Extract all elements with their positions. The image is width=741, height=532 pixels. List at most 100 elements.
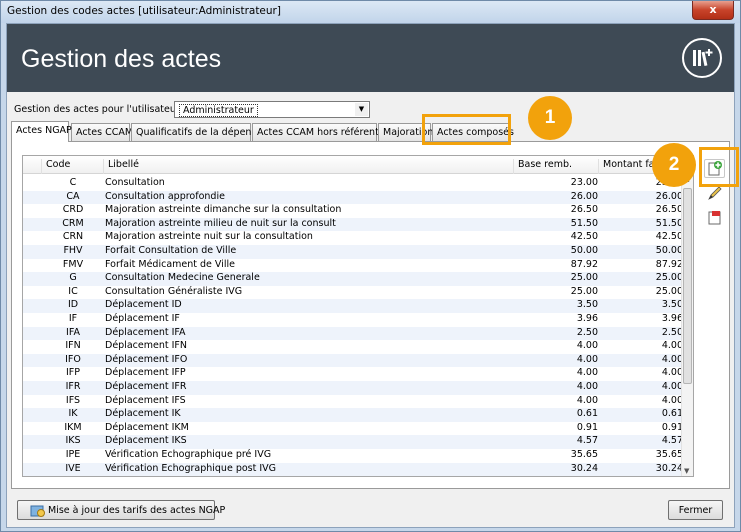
cell-code: IVE (65, 462, 81, 474)
cell-libelle: Forfait Médicament de Ville (105, 258, 235, 270)
tab-panel: Code Libellé Base remb. Montant fact C Co… (11, 141, 730, 489)
table-row[interactable]: IFP Déplacement IFP 4.00 4.00 (23, 367, 683, 381)
column-header-base-remb[interactable]: Base remb. (513, 159, 598, 174)
table-row[interactable]: IF Déplacement IF 3.96 3.96 (23, 313, 683, 327)
cell-base-remb: 2.50 (576, 326, 598, 338)
cell-base-remb: 50.00 (570, 245, 598, 256)
cell-libelle: Majoration astreinte milieu de nuit sur … (105, 217, 336, 229)
cell-libelle: Déplacement IK (105, 408, 181, 420)
cell-montant-fact: 4.57 (661, 435, 683, 447)
cell-montant-fact: 26.00 (655, 190, 683, 202)
cell-montant-fact: 3.50 (661, 299, 683, 311)
cell-montant-fact: 42.50 (655, 231, 683, 243)
table-row[interactable]: IVE Vérification Echographique post IVG 30… (23, 462, 683, 476)
delete-document-icon (708, 211, 721, 225)
cell-base-remb: 25.00 (570, 285, 598, 297)
row-selector-header (23, 159, 41, 174)
tab-actes-ccam[interactable]: Actes CCAM (71, 123, 133, 141)
table-row[interactable]: G Consultation Medecine Generale 25.00 25.0… (23, 272, 683, 286)
cell-montant-fact: 25.00 (655, 272, 683, 284)
table-row[interactable]: FMV Forfait Médicament de Ville 87.92 87.92 (23, 259, 683, 273)
cell-base-remb: 3.96 (576, 313, 598, 324)
cell-base-remb: 42.50 (570, 231, 598, 243)
cell-code: IFN (65, 340, 81, 352)
cell-montant-fact: 4.00 (661, 367, 683, 379)
cell-code: IFO (65, 353, 81, 365)
table-row[interactable]: IC Consultation Généraliste IVG 25.00 25.00 (23, 286, 683, 300)
cell-libelle: Déplacement IFR (105, 381, 187, 392)
cell-libelle: Majoration astreinte nuit sur la consult… (105, 231, 313, 243)
delete-acte-button[interactable] (704, 208, 725, 227)
user-selector-label: Gestion des actes pour l'utilisateur : (14, 104, 186, 115)
cell-code: FMV (62, 258, 84, 270)
tab-actes-ccam-hors-referentiel[interactable]: Actes CCAM hors référentiel (252, 123, 390, 141)
cell-libelle: Déplacement IFA (105, 326, 186, 338)
cell-code: IC (68, 285, 78, 297)
cell-code: CRN (62, 231, 84, 243)
column-header-libelle[interactable]: Libellé (103, 159, 513, 174)
cell-base-remb: 4.00 (576, 340, 598, 352)
cell-code: ID (67, 299, 79, 311)
table-row[interactable]: CRM Majoration astreinte milieu de nuit s… (23, 217, 683, 232)
table-row[interactable]: IFA Déplacement IFA 2.50 2.50 (23, 326, 683, 341)
cell-libelle: Consultation approfondie (105, 190, 225, 202)
tab-actes-ngap[interactable]: Actes NGAP (11, 121, 72, 142)
cell-code: IKM (64, 421, 82, 433)
tab-qualificatifs[interactable]: Qualificatifs de la dépense (131, 123, 262, 141)
cell-libelle: Vérification Echographique post IVG (105, 462, 277, 474)
books-plus-icon (682, 38, 722, 78)
table-row[interactable]: CRN Majoration astreinte nuit sur la cons… (23, 231, 683, 245)
user-select-value: Administrateur (179, 104, 258, 117)
cell-libelle: Consultation Medecine Generale (105, 272, 260, 284)
scroll-down-arrow-icon[interactable]: ▼ (684, 467, 689, 475)
cell-base-remb: 26.00 (570, 190, 598, 202)
table-row[interactable]: CA Consultation approfondie 26.00 26.00 (23, 190, 683, 205)
highlight-add-button (699, 147, 739, 187)
cell-code: IFA (66, 326, 80, 338)
chevron-down-icon[interactable]: ▼ (355, 103, 368, 116)
fermer-button[interactable]: Fermer (668, 500, 723, 520)
table-row[interactable]: IKS Déplacement IKS 4.57 4.57 (23, 435, 683, 449)
table-header: Code Libellé Base remb. Montant fact (23, 156, 693, 174)
cell-base-remb: 87.92 (570, 258, 598, 270)
table-row[interactable]: IFS Déplacement IFS 4.00 4.00 (23, 395, 683, 409)
cell-libelle: Déplacement IFO (105, 353, 188, 365)
scrollbar-thumb[interactable] (683, 188, 692, 384)
page-title: Gestion des actes (21, 45, 222, 73)
table-row[interactable]: IPE Vérification Echographique pré IVG 35.… (23, 449, 683, 463)
cell-base-remb: 4.00 (576, 381, 598, 392)
user-select[interactable]: Administrateur ▼ (174, 101, 370, 118)
update-tarifs-label: Mise à jour des tarifs des actes NGAP (48, 505, 226, 516)
edit-pencil-icon (708, 186, 722, 200)
actes-table[interactable]: Code Libellé Base remb. Montant fact C Co… (22, 155, 694, 477)
table-row[interactable]: IFO Déplacement IFO 4.00 4.00 (23, 353, 683, 368)
table-row[interactable]: IFN Déplacement IFN 4.00 4.00 (23, 340, 683, 354)
cell-montant-fact: 4.00 (661, 340, 683, 352)
table-row[interactable]: FHV Forfait Consultation de Ville 50.00 50.… (23, 245, 683, 259)
vertical-scrollbar[interactable]: ▲ ▼ (681, 174, 693, 476)
cell-base-remb: 4.00 (576, 394, 598, 406)
cell-libelle: Déplacement IFS (105, 394, 186, 406)
highlight-actes-composes (422, 114, 511, 145)
table-row[interactable]: CConsultation23.0023.00 (23, 177, 683, 191)
cell-base-remb: 35.65 (570, 449, 598, 460)
close-window-button[interactable]: x (692, 1, 734, 20)
app-window: Gestion des codes actes [utilisateur:Adm… (0, 0, 741, 532)
annotation-badge-2: 2 (652, 143, 696, 187)
table-row[interactable]: IKM Déplacement IKM 0.91 0.91 (23, 422, 683, 436)
cell-code: CA (66, 190, 80, 202)
table-row[interactable]: IK Déplacement IK 0.61 0.61 (23, 408, 683, 422)
cell-montant-fact: 3.96 (661, 313, 683, 324)
cell-montant-fact: 4.00 (661, 353, 683, 365)
cell-montant-fact: 0.61 (661, 408, 683, 420)
column-header-code[interactable]: Code (41, 159, 103, 174)
table-row[interactable]: IFR Déplacement IFR 4.00 4.00 (23, 381, 683, 395)
cell-code: FHV (63, 245, 83, 256)
table-row[interactable]: CRD Majoration astreinte dimanche sur la … (23, 204, 683, 218)
update-tarifs-button[interactable]: Mise à jour des tarifs des actes NGAP (17, 500, 225, 520)
cell-montant-fact: 4.00 (661, 381, 683, 392)
cell-montant-fact: 2.50 (661, 326, 683, 338)
table-row[interactable]: ID Déplacement ID 3.50 3.50 (23, 299, 683, 313)
cell-code: CRD (62, 204, 84, 216)
cell-base-remb: 23.00 (570, 177, 598, 188)
